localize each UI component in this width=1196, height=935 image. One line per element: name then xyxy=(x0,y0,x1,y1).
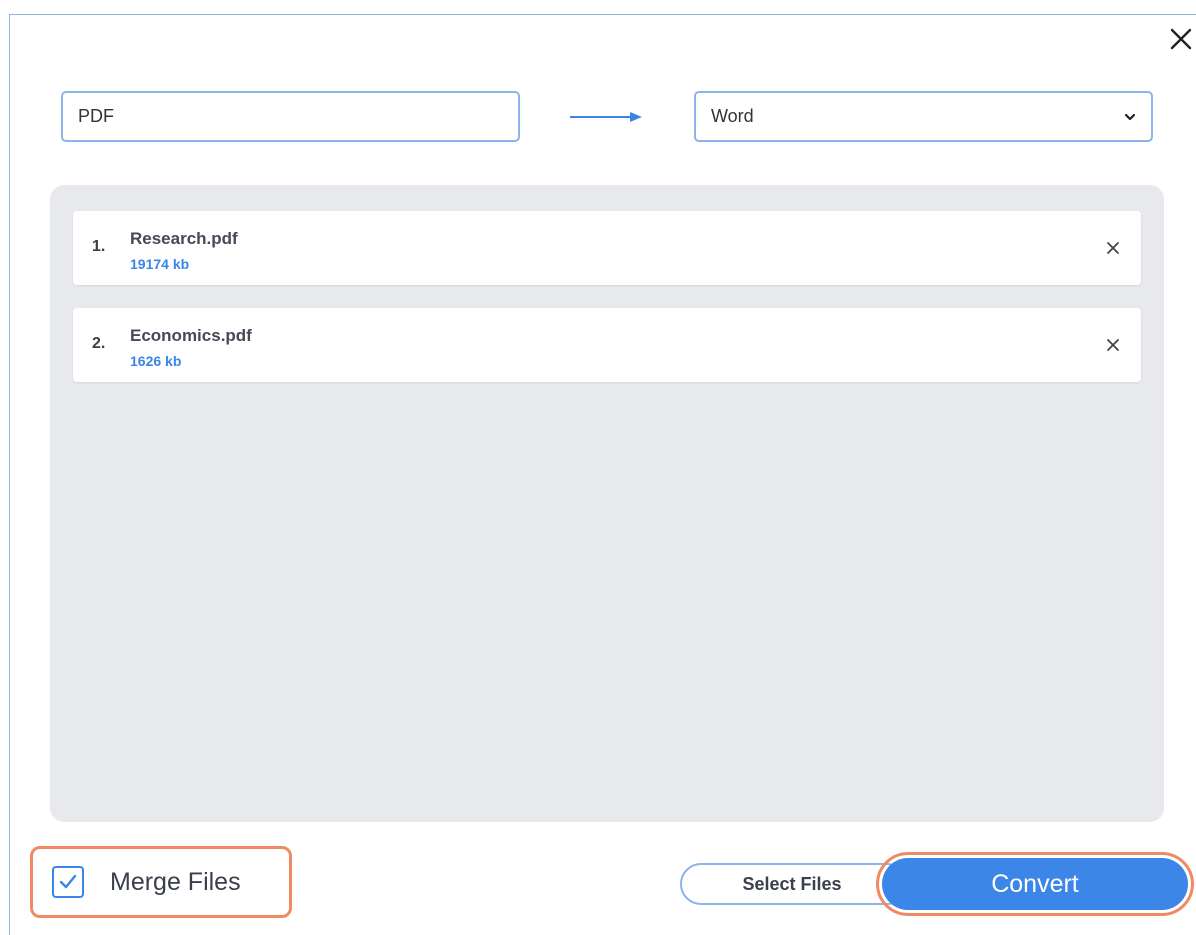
source-format-field[interactable]: PDF xyxy=(61,91,520,142)
file-name: Research.pdf xyxy=(130,229,238,248)
file-size: 19174 kb xyxy=(130,256,190,272)
select-files-button[interactable]: Select Files xyxy=(680,863,908,905)
dialog-border-left xyxy=(9,14,10,935)
convert-dialog: PDF Word 1. Research.pdf 19174 kb 2. Eco… xyxy=(0,0,1196,935)
chevron-down-icon xyxy=(1123,110,1137,124)
convert-button[interactable]: Convert xyxy=(882,858,1188,910)
file-list: 1. Research.pdf 19174 kb 2. Economics.pd… xyxy=(50,185,1164,822)
convert-button-highlight: Convert xyxy=(876,852,1194,916)
merge-files-checkbox[interactable] xyxy=(52,866,84,898)
target-format-select[interactable]: Word xyxy=(694,91,1153,142)
checkmark-icon xyxy=(59,874,77,889)
close-icon[interactable] xyxy=(1168,26,1194,52)
remove-file-icon[interactable] xyxy=(1106,241,1120,255)
arrow-right-icon xyxy=(570,108,644,126)
remove-file-icon[interactable] xyxy=(1106,338,1120,352)
file-name: Economics.pdf xyxy=(130,326,252,345)
dialog-border-top xyxy=(9,14,1196,15)
merge-files-label: Merge Files xyxy=(110,867,241,896)
file-size: 1626 kb xyxy=(130,353,182,369)
file-list-item[interactable]: 1. Research.pdf 19174 kb xyxy=(73,211,1141,285)
target-format-label: Word xyxy=(711,106,754,126)
file-index: 2. xyxy=(92,335,106,352)
source-format-label: PDF xyxy=(78,106,114,126)
file-index: 1. xyxy=(92,238,106,255)
merge-files-toggle[interactable]: Merge Files xyxy=(30,846,292,918)
file-list-item[interactable]: 2. Economics.pdf 1626 kb xyxy=(73,308,1141,382)
